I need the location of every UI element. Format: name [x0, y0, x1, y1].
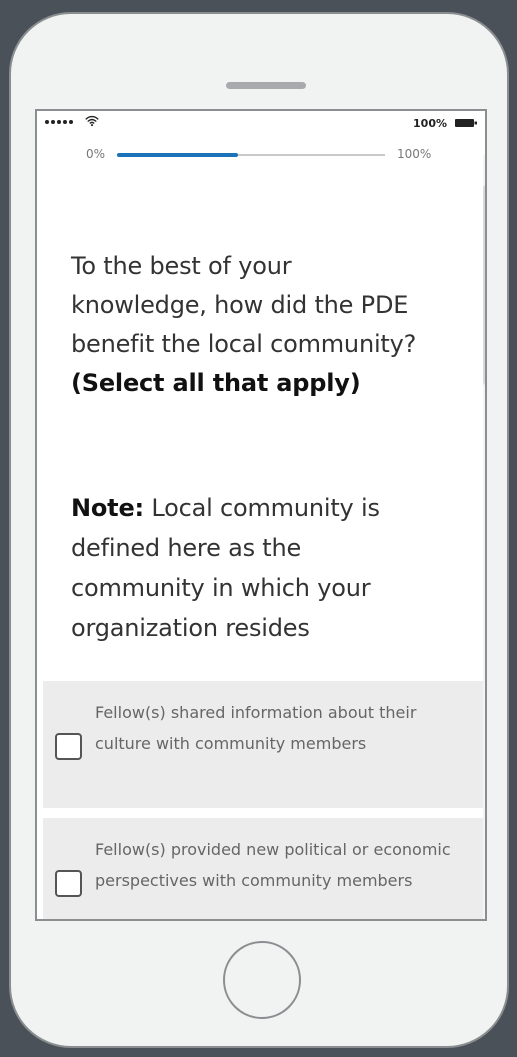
progress-fill: [117, 153, 238, 157]
home-button[interactable]: [223, 941, 301, 1019]
battery-percentage: 100%: [413, 117, 447, 130]
question-text: To the best of your knowledge, how did t…: [71, 247, 426, 403]
speaker-grille: [226, 82, 306, 89]
progress-end-label: 100%: [397, 147, 432, 161]
checkbox[interactable]: [55, 870, 82, 897]
note-label: Note:: [71, 494, 144, 522]
status-bar: 100%: [37, 111, 485, 135]
answer-option-label: Fellow(s) shared information about their…: [95, 703, 417, 753]
answer-option-label: Fellow(s) provided new political or econ…: [95, 840, 451, 890]
scrollbar-thumb[interactable]: [483, 185, 485, 385]
battery-icon: [455, 119, 477, 127]
signal-icon: [45, 120, 73, 124]
phone-screen: 100% 0% 100% To the best of your knowled…: [35, 109, 487, 921]
question-prompt: To the best of your knowledge, how did t…: [71, 252, 417, 358]
checkbox[interactable]: [55, 733, 82, 760]
progress-start-label: 0%: [86, 147, 106, 161]
question-note: Note: Local community is defined here as…: [71, 488, 426, 648]
survey-progress: 0% 100%: [37, 141, 485, 165]
answer-option[interactable]: Fellow(s) shared information about their…: [43, 681, 483, 808]
answer-option[interactable]: Fellow(s) provided new political or econ…: [43, 818, 483, 919]
scrollbar[interactable]: [483, 155, 485, 919]
phone-frame: 100% 0% 100% To the best of your knowled…: [9, 12, 509, 1048]
progress-track: [117, 153, 385, 157]
question-instruction: (Select all that apply): [71, 369, 361, 397]
wifi-icon: [85, 115, 99, 127]
